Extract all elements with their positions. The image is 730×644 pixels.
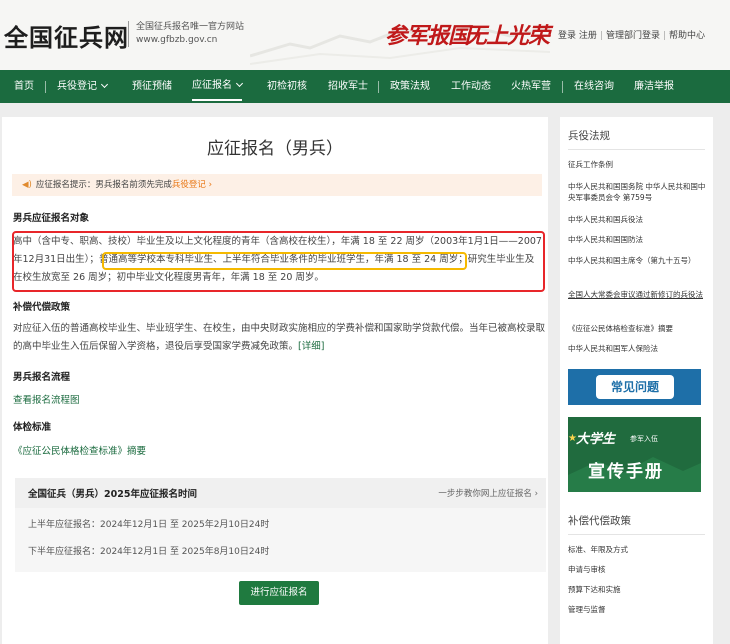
slogan-1: 参军报国: [385, 23, 470, 49]
compensation-text: 对应征入伍的普通高校毕业生、毕业班学生、在校生，由中央财政实施相应的学费补偿和国…: [13, 323, 546, 352]
sidebar-heading-compensation: 补偿代偿政策: [568, 515, 631, 527]
handbook-label: 宣传手册: [588, 462, 664, 482]
page-title: 应征报名（男兵）: [207, 139, 343, 159]
divider: |: [599, 31, 603, 41]
main-nav: 首页 兵役登记 预征预储 应征报名 初检初核 招收军士 政策法规 工作动态 火热…: [0, 70, 730, 103]
nav-divider: [45, 81, 46, 93]
physical-standard-link[interactable]: 《应征公民体格检查标准》摘要: [13, 443, 545, 461]
section-heading-target: 男兵应征报名对象: [13, 213, 90, 224]
sidebar: 兵役法规 征兵工作条例 中华人民共和国国务院 中华人民共和国中央军事委员会令 第…: [560, 117, 713, 644]
time-box-header: 全国征兵（男兵）2025年应征报名时间 一步步教你网上应征报名 ›: [15, 478, 546, 508]
nav-policy[interactable]: 政策法规: [390, 70, 430, 103]
sidebar-heading-law: 兵役法规: [568, 130, 610, 142]
registration-link[interactable]: 兵役登记 ›: [172, 180, 212, 190]
faq-label: 常见问题: [596, 375, 674, 399]
nav-initial-check[interactable]: 初检初核: [267, 70, 307, 103]
divider: |: [662, 31, 667, 41]
slogan-2: 无上光荣: [465, 23, 550, 49]
sidebar-law-item[interactable]: 中华人民共和国国防法: [568, 234, 708, 245]
online-guide-link[interactable]: 一步步教你网上应征报名 ›: [438, 487, 538, 499]
yellow-annotation-box: [102, 252, 467, 270]
sidebar-comp-item[interactable]: 预算下达和实施: [568, 584, 708, 595]
compensation-paragraph: 对应征入伍的普通高校毕业生、毕业班学生、在校生，由中央财政实施相应的学费补偿和国…: [13, 320, 545, 356]
time-box-title: 全国征兵（男兵）2025年应征报名时间: [28, 489, 197, 500]
register-link[interactable]: 注册: [579, 31, 597, 41]
nav-divider: [378, 81, 379, 93]
chevron-down-icon: [235, 79, 244, 88]
nav-enlist-apply-label: 应征报名: [192, 80, 232, 91]
section-heading-compensation: 补偿代偿政策: [13, 302, 71, 313]
handbook-subtitle: 参军入伍: [630, 435, 658, 443]
divider: [568, 149, 705, 150]
logo-subtitle-url: www.gfbzb.gov.cn: [136, 35, 218, 45]
nav-pre-recruit[interactable]: 预征预储: [132, 70, 172, 103]
site-logo-subtitle: 全国征兵报名唯一官方网站 www.gfbzb.gov.cn: [128, 21, 244, 47]
chevron-down-icon: [100, 80, 109, 89]
tip-text: 应征报名提示：男兵报名前须先完成: [35, 180, 172, 190]
nav-barracks[interactable]: 火热军营: [511, 70, 551, 103]
student-handbook-banner[interactable]: ★ 大学生 参军入伍 宣传手册: [568, 417, 701, 492]
registration-tip: ◀) 应征报名提示：男兵报名前须先完成兵役登记 ›: [12, 174, 542, 196]
nav-report[interactable]: 廉洁举报: [634, 70, 674, 103]
nav-divider: [562, 81, 563, 93]
sidebar-comp-item[interactable]: 申请与审核: [568, 564, 708, 575]
divider: [568, 534, 705, 535]
time-first-half: 上半年应征报名：2024年12月1日 至 2025年2月10日24时: [28, 520, 270, 530]
flow-chart-link[interactable]: 查看报名流程图: [13, 392, 545, 410]
sidebar-law-item[interactable]: 中华人民共和国主席令（第九十五号）: [568, 255, 708, 266]
admin-login-link[interactable]: 管理部门登录: [606, 31, 660, 41]
site-logo[interactable]: 全国征兵网: [4, 18, 129, 53]
sidebar-comp-item[interactable]: 管理与监督: [568, 604, 708, 615]
sidebar-law-item[interactable]: 中华人民共和国军人保险法: [568, 343, 708, 354]
sidebar-law-item[interactable]: 中华人民共和国国务院 中华人民共和国中央军事委员会令 第759号: [568, 181, 708, 203]
sidebar-law-item[interactable]: 全国人大常委会审议通过新修订的兵役法: [568, 289, 708, 300]
logo-subtitle-text: 全国征兵报名唯一官方网站: [136, 22, 245, 32]
nav-home[interactable]: 首页: [14, 70, 34, 103]
sidebar-law-item[interactable]: 中华人民共和国兵役法: [568, 214, 708, 225]
section-heading-flow: 男兵报名流程: [13, 372, 71, 383]
faq-banner[interactable]: 常见问题: [568, 369, 701, 405]
top-links: 登录 注册 | 管理部门登录 | 帮助中心: [558, 28, 705, 41]
nav-registration-label: 兵役登记: [57, 81, 97, 92]
sidebar-law-item[interactable]: 《应征公民体格检查标准》摘要: [568, 323, 708, 334]
compensation-detail-link[interactable]: [详细]: [298, 341, 324, 352]
handbook-title: 大学生: [576, 432, 616, 447]
registration-time-box: 全国征兵（男兵）2025年应征报名时间 一步步教你网上应征报名 › 上半年应征报…: [15, 478, 546, 572]
login-link[interactable]: 登录: [558, 31, 576, 41]
time-second-half: 下半年应征报名：2024年12月1日 至 2025年8月10日24时: [28, 547, 270, 557]
nav-news[interactable]: 工作动态: [451, 70, 491, 103]
nav-registration[interactable]: 兵役登记: [57, 70, 109, 103]
help-center-link[interactable]: 帮助中心: [669, 31, 705, 41]
sidebar-comp-item[interactable]: 标准、年限及方式: [568, 544, 708, 555]
nav-sergeant[interactable]: 招收军士: [328, 70, 368, 103]
nav-enlist-apply[interactable]: 应征报名: [192, 70, 244, 101]
nav-consult[interactable]: 在线咨询: [574, 70, 614, 103]
sidebar-law-item[interactable]: 征兵工作条例: [568, 159, 708, 170]
speaker-icon: ◀): [22, 180, 32, 190]
site-header: 全国征兵网 全国征兵报名唯一官方网站 www.gfbzb.gov.cn 参军报国…: [0, 0, 730, 70]
apply-button[interactable]: 进行应征报名: [239, 581, 319, 605]
main-content: 应征报名（男兵） ◀) 应征报名提示：男兵报名前须先完成兵役登记 › 男兵应征报名…: [2, 117, 548, 644]
section-heading-physical: 体检标准: [13, 422, 52, 433]
